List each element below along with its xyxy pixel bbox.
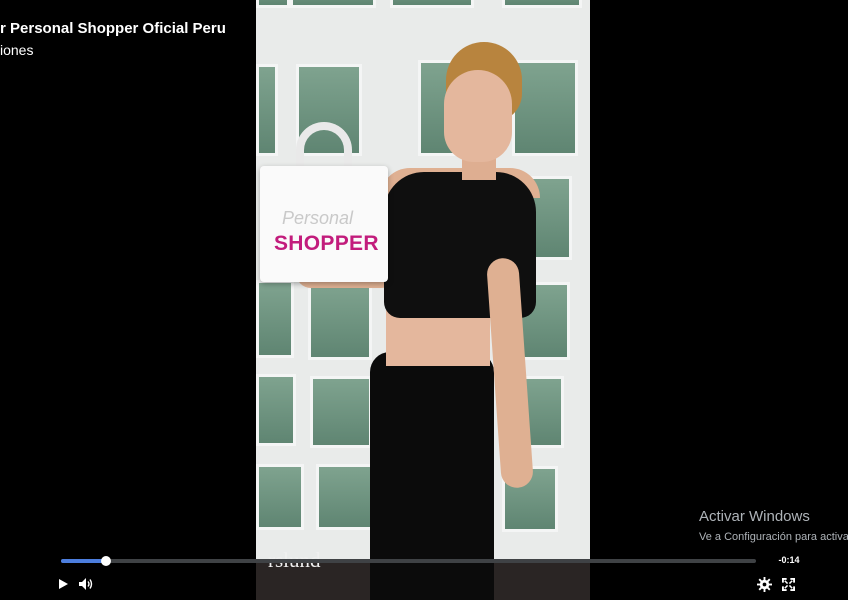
shopping-bag-sign: Personal SHOPPER xyxy=(260,122,388,282)
video-frame[interactable]: Personal SHOPPER xyxy=(256,0,590,600)
play-icon xyxy=(59,579,68,589)
page-subtitle: iones xyxy=(0,42,34,58)
volume-icon xyxy=(79,578,93,590)
bag-text-personal: Personal xyxy=(282,208,354,228)
play-button[interactable] xyxy=(54,575,72,593)
progress-scrubber[interactable] xyxy=(101,556,112,566)
settings-button[interactable] xyxy=(755,575,773,593)
bag-text-shopper: SHOPPER xyxy=(274,232,379,255)
volume-button[interactable] xyxy=(76,575,96,593)
windows-activation-watermark: Activar Windows Ve a Configuración para … xyxy=(699,508,848,544)
progress-bar[interactable] xyxy=(61,556,756,566)
time-remaining: -0:14 xyxy=(778,555,800,565)
windows-activation-title: Activar Windows xyxy=(699,508,810,525)
windows-activation-subtitle: Ve a Configuración para activar Windows. xyxy=(699,531,848,543)
video-title-block: r Personal Shopper Oficial Peru iones xyxy=(0,20,226,59)
gear-icon xyxy=(756,576,772,592)
person-figure xyxy=(256,0,590,600)
page-title[interactable]: r Personal Shopper Oficial Peru xyxy=(0,20,226,38)
fullscreen-icon xyxy=(781,577,795,591)
progress-fill xyxy=(61,559,107,563)
fullscreen-button[interactable] xyxy=(779,575,797,593)
